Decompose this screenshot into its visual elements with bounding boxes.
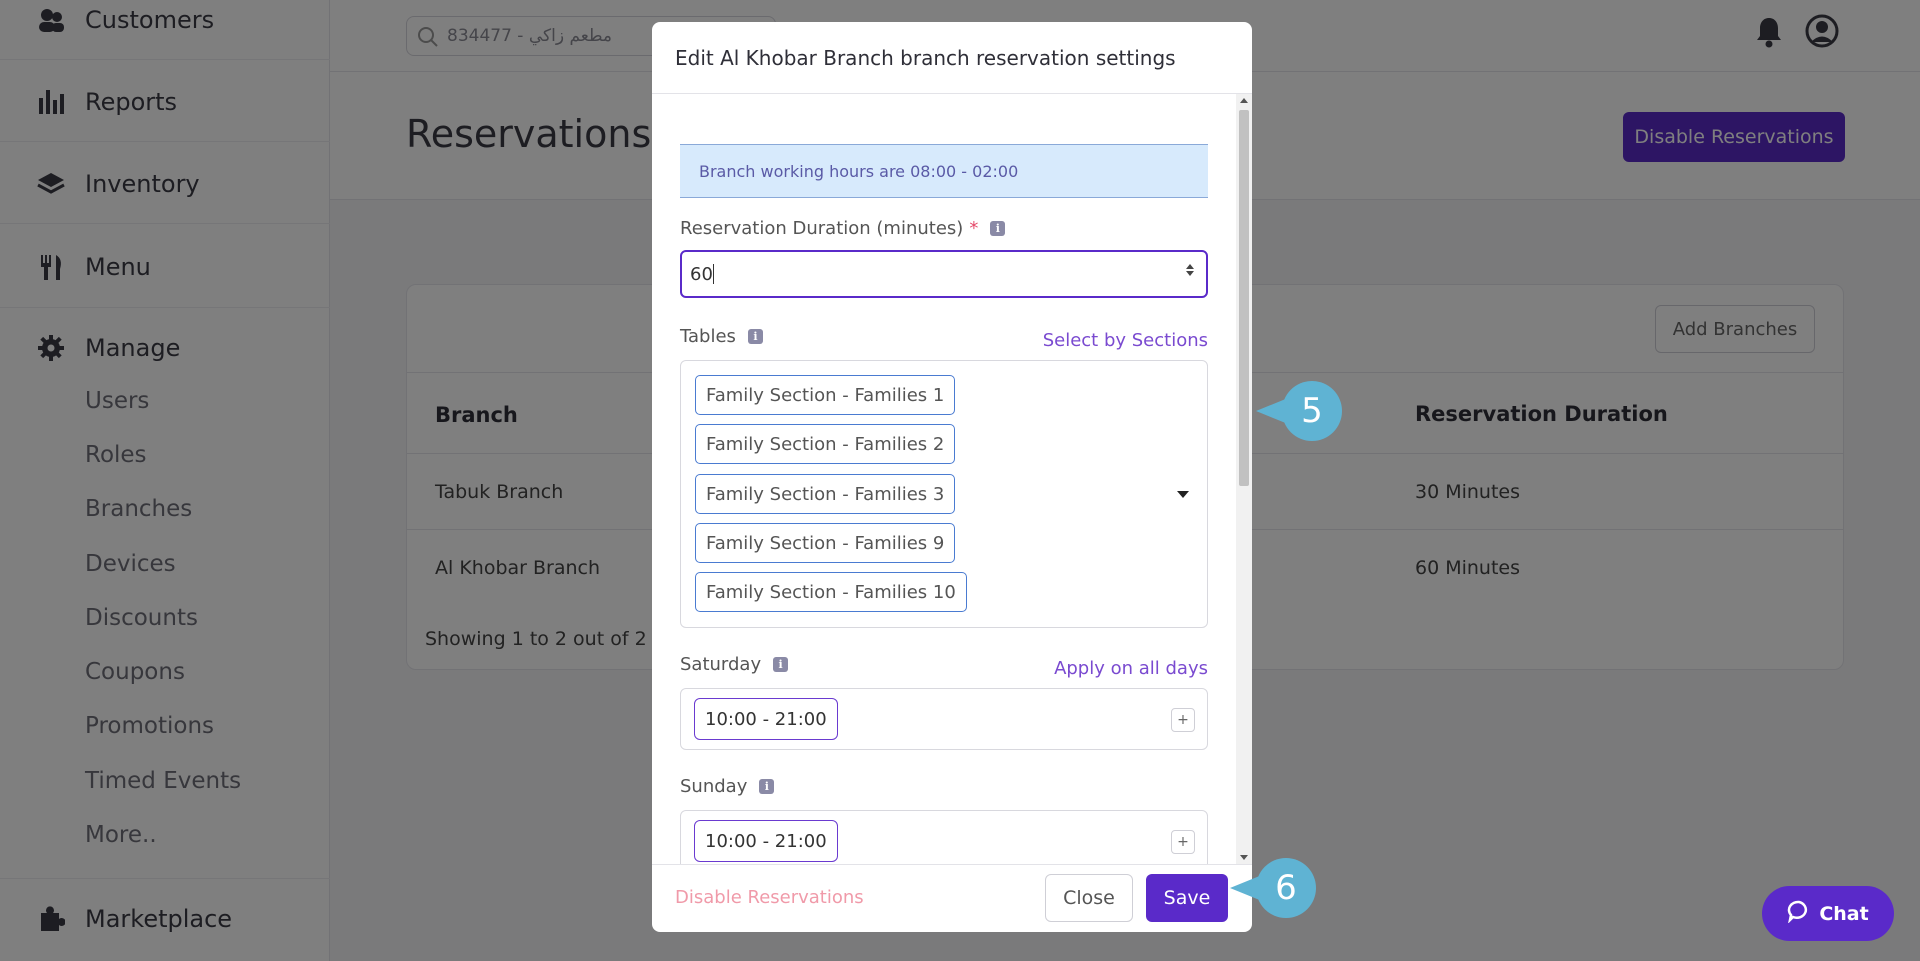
- info-icon[interactable]: i: [773, 657, 789, 672]
- info-icon[interactable]: i: [990, 221, 1006, 236]
- time-chip[interactable]: 10:00 - 21:00: [694, 820, 838, 862]
- info-icon[interactable]: i: [747, 329, 763, 344]
- table-tag[interactable]: Family Section - Families 3: [695, 474, 956, 514]
- chat-bubble-icon: [1787, 899, 1811, 928]
- add-time-button[interactable]: +: [1171, 830, 1195, 854]
- modal-footer: Disable Reservations Close Save: [652, 864, 1252, 932]
- modal-body: Branch working hours are 08:00 - 02:00 R…: [652, 94, 1252, 864]
- modal-title: Edit Al Khobar Branch branch reservation…: [652, 22, 1252, 94]
- step-callout: 6: [1230, 858, 1316, 918]
- duration-input[interactable]: 60: [680, 250, 1208, 298]
- chat-label: Chat: [1819, 902, 1869, 925]
- step-callout: 5: [1256, 381, 1342, 441]
- tables-label-text: Tables: [680, 326, 736, 347]
- scroll-up-icon[interactable]: [1240, 98, 1248, 103]
- scroll-down-icon[interactable]: [1240, 855, 1248, 860]
- table-tag[interactable]: Family Section - Families 1: [695, 375, 956, 415]
- sunday-times: 10:00 - 21:00 +: [680, 810, 1208, 864]
- saturday-label: Saturday i: [680, 654, 789, 675]
- reservation-settings-modal: Edit Al Khobar Branch branch reservation…: [652, 22, 1252, 932]
- info-icon[interactable]: i: [759, 779, 775, 794]
- day-label-text: Sunday: [680, 776, 748, 797]
- text-caret: [712, 264, 714, 284]
- sunday-label: Sunday i: [680, 776, 775, 797]
- tables-multiselect[interactable]: Family Section - Families 1 Family Secti…: [680, 360, 1208, 628]
- saturday-times: 10:00 - 21:00 +: [680, 688, 1208, 750]
- time-chip[interactable]: 10:00 - 21:00: [694, 698, 838, 740]
- day-label-text: Saturday: [680, 654, 762, 675]
- apply-on-all-days-link[interactable]: Apply on all days: [1054, 658, 1208, 679]
- chevron-down-icon[interactable]: [1177, 491, 1189, 498]
- table-tag[interactable]: Family Section - Families 10: [695, 572, 967, 612]
- select-by-sections-link[interactable]: Select by Sections: [1043, 330, 1208, 351]
- table-tag[interactable]: Family Section - Families 2: [695, 424, 956, 464]
- duration-value: 60: [690, 263, 713, 285]
- scrollbar-thumb[interactable]: [1239, 110, 1249, 486]
- duration-label-text: Reservation Duration (minutes): [680, 218, 964, 239]
- number-spinner[interactable]: [1184, 262, 1196, 286]
- modal-scrollbar[interactable]: [1236, 94, 1252, 864]
- save-button[interactable]: Save: [1146, 874, 1228, 922]
- tables-label: Tables i: [680, 326, 763, 347]
- working-hours-alert: Branch working hours are 08:00 - 02:00: [680, 144, 1208, 198]
- footer-disable-reservations-link[interactable]: Disable Reservations: [675, 887, 864, 908]
- required-marker: *: [969, 218, 979, 239]
- add-time-button[interactable]: +: [1171, 708, 1195, 732]
- table-tag[interactable]: Family Section - Families 9: [695, 523, 956, 563]
- close-button[interactable]: Close: [1045, 874, 1133, 922]
- duration-label: Reservation Duration (minutes) * i: [680, 218, 1006, 239]
- chat-button[interactable]: Chat: [1762, 886, 1894, 941]
